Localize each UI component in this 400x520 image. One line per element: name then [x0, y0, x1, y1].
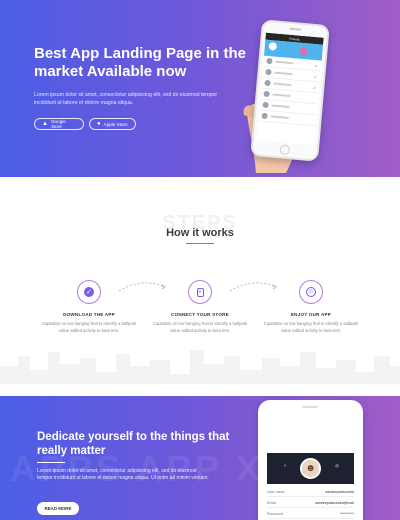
phone-avatar [268, 41, 278, 51]
phone-touch-indicator [299, 46, 308, 56]
step-description: Capitalize on low hanging fruit to ident… [41, 321, 137, 333]
check-icon: ✓ [312, 84, 317, 90]
step-title: ENJOY OUR APP [290, 312, 332, 317]
profile-label: Email [267, 500, 276, 505]
phone-mockup: Friends ✓ ✓ ✓ [250, 19, 330, 162]
check-icon: ✓ [84, 287, 94, 297]
step-circle: ≡ [188, 280, 212, 304]
apple-store-label: Apple Store [103, 121, 128, 127]
dedicate-title: Dedicate yourself to the things that rea… [37, 431, 230, 457]
landing-page: Best App Landing Page in the market Avai… [0, 0, 400, 520]
google-store-button[interactable]: ▲ Google Store [34, 118, 84, 130]
google-store-label: Google Store [50, 119, 66, 129]
hero-title: Best App Landing Page in the market Avai… [34, 45, 246, 80]
dashed-arrow [118, 282, 166, 292]
step-title: CONNECT YOUR STORE [171, 312, 229, 317]
phone-home-button [279, 144, 291, 156]
check-icon: ✓ [313, 73, 318, 79]
profile-row: User name sandeepdasundra [267, 487, 354, 497]
profile-row: Email sandeepdasundra@mail [267, 498, 354, 508]
hero-description: Lorem ipsum dolor sit amet, consectetur … [34, 92, 218, 106]
profile-value: ********** [340, 511, 354, 516]
dedicate-section: APPS APP X Dedicate yourself to the thin… [0, 396, 400, 520]
smile-icon: ☺ [306, 287, 316, 297]
skyline-decoration [0, 350, 400, 384]
phone-speaker [289, 27, 302, 31]
profile-row: Password ********** [267, 509, 354, 519]
section-title: How it works [166, 227, 234, 239]
dedicate-description: Lorem ipsum dolor sit amet, consectetur … [37, 468, 209, 482]
step-description: Capitalize on low hanging fruit to ident… [263, 321, 359, 333]
read-more-button[interactable]: READ MORE [37, 502, 79, 515]
profile-photo: ☻ [300, 458, 321, 479]
step-title: DOWNLOAD THE APP [63, 312, 115, 317]
profile-value: sandeepdasundra [325, 489, 354, 494]
phone-speaker [302, 406, 318, 408]
apple-icon: ● [97, 121, 101, 127]
profile-value: sandeepdasundra@mail [314, 500, 354, 505]
step-circle: ✓ [77, 280, 101, 304]
document-icon: ≡ [196, 287, 204, 297]
check-icon: ✓ [314, 62, 319, 68]
dashed-arrow [229, 282, 277, 292]
phone-screen: Friends ✓ ✓ ✓ [256, 32, 324, 146]
step-description: Capitalize on low hanging fruit to ident… [152, 321, 248, 333]
instagram-icon: ◎ [335, 463, 339, 468]
hero-section: Best App Landing Page in the market Avai… [0, 0, 400, 177]
facebook-icon: f [284, 463, 286, 468]
profile-label: Password [267, 511, 283, 516]
profile-phone-mockup: f ☻ ◎ User name sandeepdasundra Email sa… [258, 400, 363, 520]
android-icon: ▲ [42, 121, 48, 127]
step-circle: ☺ [299, 280, 323, 304]
profile-card: f ☻ ◎ [267, 453, 354, 484]
profile-label: User name [267, 489, 285, 494]
apple-store-button[interactable]: ● Apple Store [89, 118, 136, 130]
title-underline [37, 462, 65, 464]
title-underline [186, 243, 214, 245]
